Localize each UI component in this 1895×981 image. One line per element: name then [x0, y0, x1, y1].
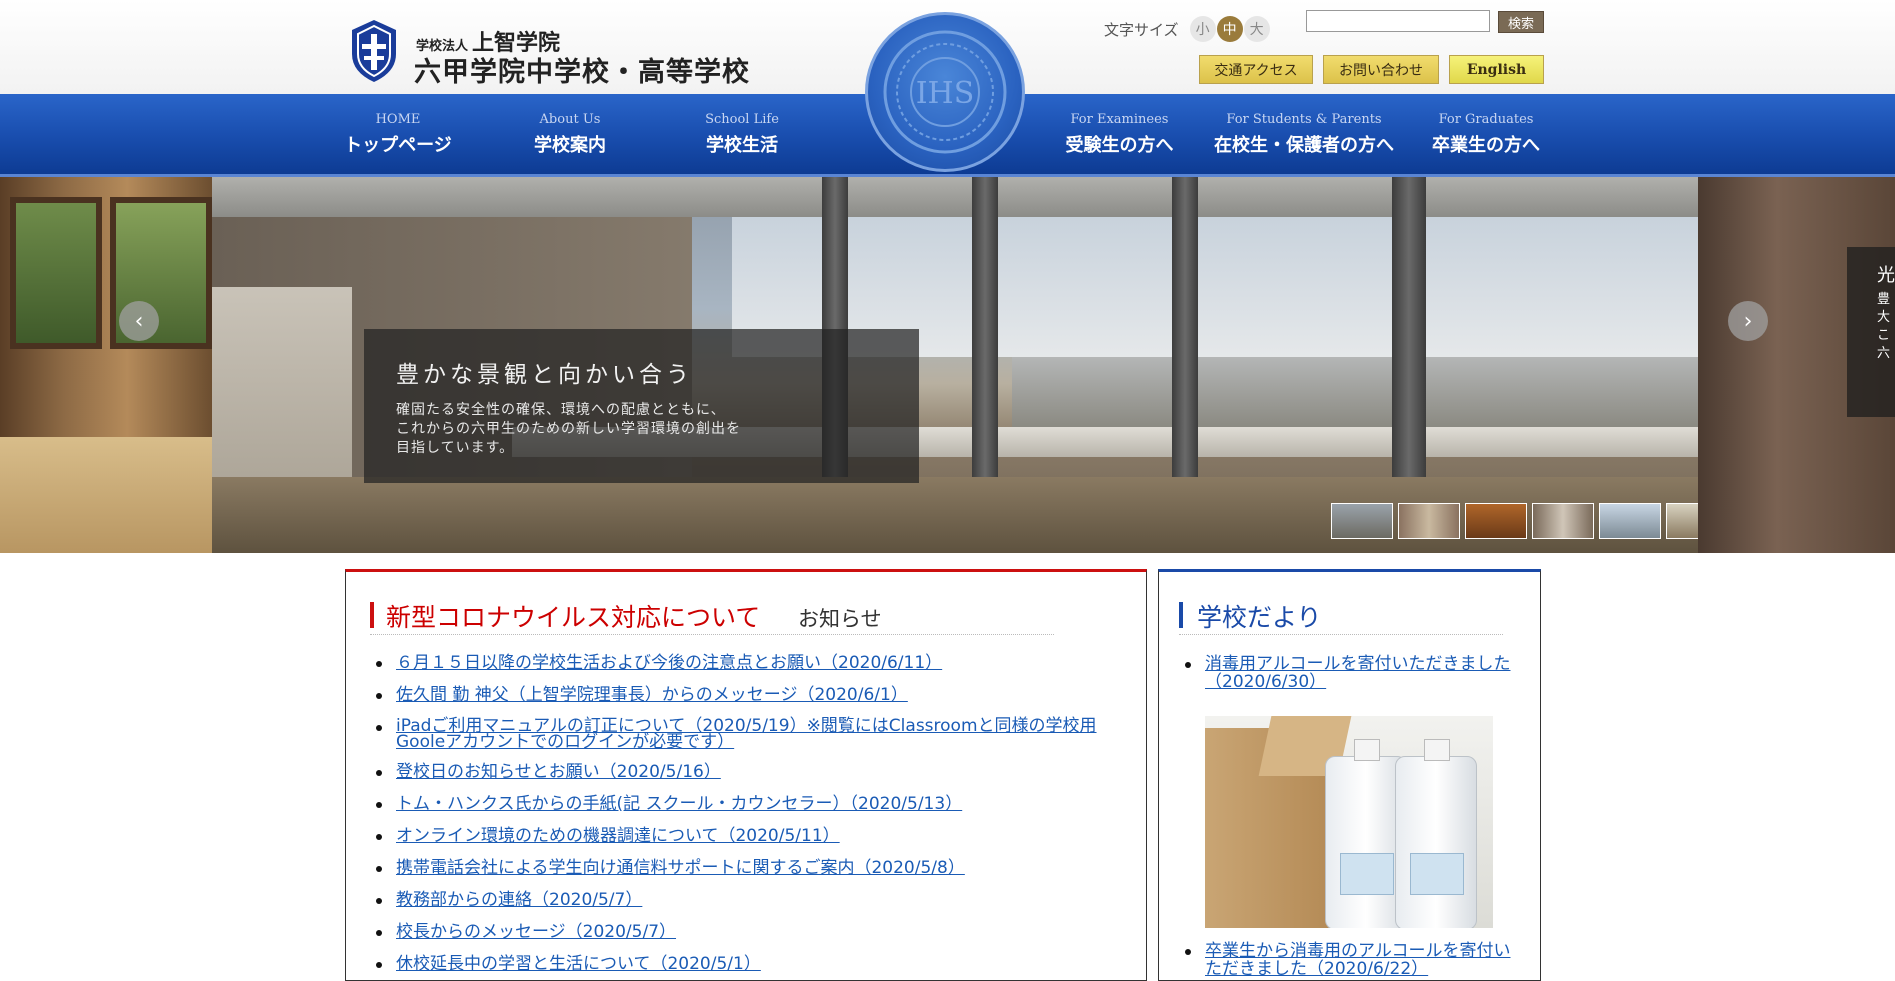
next-slide-caption-char: 光	[1877, 265, 1895, 286]
chevron-right-icon: ›	[1743, 308, 1753, 334]
slide-caption: 豊かな景観と向かい合う 確固たる安全性の確保、環境への配慮とともに、 これからの…	[364, 329, 919, 483]
slide-caption-title: 豊かな景観と向かい合う	[396, 362, 693, 388]
covid-news-panel: 新型コロナウイルス対応について お知らせ ６月１５日以降の学校生活および今後の注…	[345, 569, 1147, 981]
list-item: 佐久間 勤 神父（上智学院理事長）からのメッセージ（2020/6/1）	[370, 686, 1130, 705]
english-button[interactable]: English	[1449, 55, 1544, 84]
nav-item-examinees[interactable]: For Examinees 受験生の方へ	[1057, 112, 1182, 157]
letters-link[interactable]: 消毒用アルコールを寄付いただきました（2020/6/30）	[1205, 654, 1511, 692]
font-size-medium-button[interactable]: 中	[1216, 16, 1243, 42]
nav-item-en: HOME	[375, 112, 421, 127]
letters-heading: 学校だより	[1179, 598, 1503, 635]
font-size-label: 文字サイズ	[1104, 20, 1179, 39]
chevron-left-icon: ‹	[134, 308, 144, 334]
nav-item-ja: 受験生の方へ	[1065, 135, 1174, 156]
slide-caption-text: 確固たる安全性の確保、環境への配慮とともに、 これからの六甲生のための新しい学習…	[396, 401, 741, 458]
list-item: 登校日のお知らせとお願い（2020/5/16）	[370, 763, 1130, 782]
list-item: 携帯電話会社による学生向け通信料サポートに関するご案内（2020/5/8）	[370, 859, 1130, 878]
next-slide-peek: 光 豊 大 こ 六	[1698, 177, 1895, 553]
site-search: 検索	[1306, 10, 1544, 33]
slide-thumbnail[interactable]	[1465, 503, 1527, 539]
nav-item-ja: 卒業生の方へ	[1432, 135, 1540, 156]
list-item: 休校延長中の学習と生活について（2020/5/1）	[370, 955, 1130, 974]
slide-thumbnail[interactable]	[1532, 503, 1594, 539]
slide-caption-line: 確固たる安全性の確保、環境への配慮とともに、	[396, 402, 726, 418]
news-title: 新型コロナウイルス対応について	[386, 603, 761, 632]
news-heading: 新型コロナウイルス対応について お知らせ	[370, 598, 1054, 635]
list-item: ６月１５日以降の学校生活および今後の注意点とお願い（2020/6/11）	[370, 654, 1130, 673]
news-subtitle: お知らせ	[798, 607, 882, 631]
nav-item-students-parents[interactable]: For Students & Parents 在校生・保護者の方へ	[1214, 112, 1394, 157]
news-link[interactable]: 佐久間 勤 神父（上智学院理事長）からのメッセージ（2020/6/1）	[396, 685, 908, 705]
school-name: 六甲学院中学校・高等学校	[414, 57, 750, 88]
list-item: オンライン環境のための機器調達について（2020/5/11）	[370, 827, 1130, 846]
news-link[interactable]: オンライン環境のための機器調達について（2020/5/11）	[396, 826, 840, 846]
slider-next-button[interactable]: ›	[1728, 301, 1768, 341]
school-logo[interactable]: 学校法人 上智学院 六甲学院中学校・高等学校	[344, 18, 764, 88]
list-item: 教務部からの連絡（2020/5/7）	[370, 891, 1130, 910]
nav-item-en: For Graduates	[1438, 112, 1534, 127]
slide-caption-line: これからの六甲生のための新しい学習環境の創出を	[396, 421, 741, 437]
slider-prev-button[interactable]: ‹	[119, 301, 159, 341]
hero-slide-image: 豊かな景観と向かい合う 確固たる安全性の確保、環境への配慮とともに、 これからの…	[212, 177, 1728, 553]
nav-item-en: For Examinees	[1070, 112, 1169, 127]
news-link[interactable]: iPadご利用マニュアルの訂正について（2020/5/19）※閲覧にはClass…	[396, 716, 1097, 752]
school-crest-icon	[352, 20, 396, 82]
news-link[interactable]: 校長からのメッセージ（2020/5/7）	[396, 922, 676, 942]
svg-text:IHS: IHS	[916, 76, 975, 111]
list-item: 消毒用アルコールを寄付いただきました（2020/6/30）	[1179, 655, 1519, 691]
slide-caption-line: 目指しています。	[396, 440, 515, 456]
news-link[interactable]: 登校日のお知らせとお願い（2020/5/16）	[396, 762, 721, 782]
nav-item-about[interactable]: About Us 学校案内	[520, 112, 620, 157]
nav-item-graduates[interactable]: For Graduates 卒業生の方へ	[1426, 112, 1546, 157]
nav-item-ja: トップページ	[344, 135, 452, 156]
contact-button[interactable]: お問い合わせ	[1323, 55, 1439, 84]
list-item: 校長からのメッセージ（2020/5/7）	[370, 923, 1130, 942]
next-slide-caption-char: 豊	[1877, 292, 1891, 307]
font-size-large-button[interactable]: 大	[1243, 16, 1270, 42]
next-slide-caption-char: 大	[1877, 310, 1891, 325]
search-input[interactable]	[1306, 10, 1490, 32]
news-link[interactable]: トム・ハンクス氏からの手紙(記 スクール・カウンセラー）（2020/5/13）	[396, 794, 962, 814]
slide-thumbnail[interactable]	[1599, 503, 1661, 539]
nav-item-en: About Us	[539, 112, 601, 127]
font-size-small-button[interactable]: 小	[1189, 16, 1216, 42]
school-letters-panel: 学校だより 消毒用アルコールを寄付いただきました（2020/6/30） 卒業生か…	[1158, 569, 1541, 981]
list-item: トム・ハンクス氏からの手紙(記 スクール・カウンセラー）（2020/5/13）	[370, 795, 1130, 814]
letters-link[interactable]: 卒業生から消毒用のアルコールを寄付いただきました（2020/6/22）	[1205, 941, 1511, 979]
news-link[interactable]: ６月１５日以降の学校生活および今後の注意点とお願い（2020/6/11）	[396, 653, 942, 673]
nav-item-home[interactable]: HOME トップページ	[338, 112, 458, 157]
next-slide-caption: 光 豊 大 こ 六	[1847, 247, 1895, 417]
nav-item-en: For Students & Parents	[1226, 112, 1382, 127]
ihs-emblem: IHS	[865, 12, 1025, 172]
nav-item-ja: 学校案内	[534, 135, 606, 156]
next-slide-caption-char: こ	[1877, 328, 1891, 343]
news-link[interactable]: 休校延長中の学習と生活について（2020/5/1）	[396, 954, 761, 974]
slide-thumbnail[interactable]	[1331, 503, 1393, 539]
nav-item-en: School Life	[705, 112, 779, 127]
nav-item-ja: 在校生・保護者の方へ	[1214, 135, 1394, 156]
ihs-seal-icon: IHS	[883, 30, 1007, 154]
font-size-switcher: 文字サイズ 小 中 大	[1104, 16, 1270, 42]
search-button[interactable]: 検索	[1498, 11, 1544, 33]
news-link[interactable]: 携帯電話会社による学生向け通信料サポートに関するご案内（2020/5/8）	[396, 858, 965, 878]
list-item: iPadご利用マニュアルの訂正について（2020/5/19）※閲覧にはClass…	[370, 716, 1116, 752]
nav-item-ja: 学校生活	[706, 135, 778, 156]
slide-thumbnails	[1331, 503, 1733, 541]
list-item: 卒業生から消毒用のアルコールを寄付いただきました（2020/6/22）	[1179, 942, 1519, 978]
hero-slider: 豊かな景観と向かい合う 確固たる安全性の確保、環境への配慮とともに、 これからの…	[0, 177, 1895, 553]
letters-title: 学校だより	[1197, 603, 1322, 632]
nav-item-school-life[interactable]: School Life 学校生活	[692, 112, 792, 157]
access-button[interactable]: 交通アクセス	[1199, 55, 1313, 84]
next-slide-caption-char: 六	[1877, 346, 1891, 361]
prev-slide-peek	[0, 177, 212, 553]
letters-photo[interactable]	[1205, 716, 1493, 928]
news-list: ６月１５日以降の学校生活および今後の注意点とお願い（2020/6/11） 佐久間…	[370, 654, 1130, 980]
news-link[interactable]: 教務部からの連絡（2020/5/7）	[396, 890, 642, 910]
slide-thumbnail[interactable]	[1398, 503, 1460, 539]
